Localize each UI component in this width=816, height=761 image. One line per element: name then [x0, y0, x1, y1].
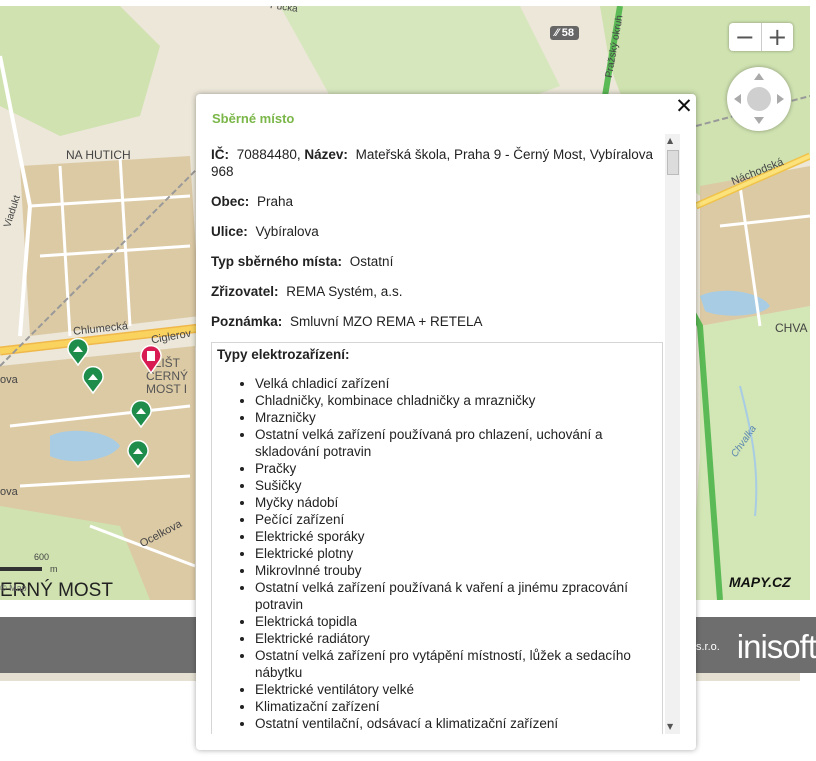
road-number: 58	[561, 27, 574, 39]
list-item: Elektrické ventilátory velké	[255, 681, 658, 698]
field-ic-name: IČ: 70884480, Název: Mateřská škola, Pra…	[211, 146, 663, 180]
zrizovatel-value: REMA Systém, a.s.	[286, 284, 403, 299]
obec-value: Praha	[257, 194, 294, 209]
types-title: Typy elektrozařízení:	[217, 347, 350, 362]
pan-down-icon[interactable]	[754, 117, 764, 124]
obec-label: Obec:	[211, 194, 250, 209]
inisoft-logo[interactable]: inisoft	[737, 628, 816, 666]
red-bin-pin-icon[interactable]	[140, 344, 162, 374]
green-pin-icon[interactable]	[67, 338, 89, 366]
collection-point-popup: Sběrné místo ✕ IČ: 70884480, Název: Mate…	[196, 94, 696, 750]
list-item: Pečící zařízení	[255, 511, 658, 528]
list-item: Pračky	[255, 460, 658, 477]
list-item: Mrazničky	[255, 409, 658, 426]
list-item: Elektrické plotny	[255, 545, 658, 562]
field-poznamka: Poznámka: Smluvní MZO REMA + RETELA	[211, 313, 663, 330]
map-label-ova-1: ova	[0, 374, 18, 386]
compass-pan-control[interactable]	[727, 67, 791, 131]
ulice-label: Ulice:	[211, 224, 248, 239]
list-item: Klimatizační zařízení	[255, 698, 658, 715]
poznamka-label: Poznámka:	[211, 314, 283, 329]
list-item: Ostatní velká zařízení pro vytápění míst…	[255, 647, 658, 681]
scrollbar-thumb[interactable]	[667, 150, 679, 175]
mapy-cz-logo: MAPY.CZ	[729, 574, 791, 590]
ic-value: 70884480,	[236, 147, 301, 162]
name-label: Název:	[304, 147, 348, 162]
list-item: Ostatní velká zařízení používaná k vařen…	[255, 579, 658, 613]
list-item: Ostatní ventilační, odsávací a klimatiza…	[255, 715, 658, 732]
green-pin-icon[interactable]	[82, 366, 104, 394]
map-label-na-hutich: NA HUTICH	[66, 148, 131, 162]
field-zrizovatel: Zřizovatel: REMA Systém, a.s.	[211, 283, 663, 300]
brand-suffix: s.r.o.	[696, 641, 720, 653]
list-item: Myčky nádobí	[255, 494, 658, 511]
scroll-up-icon[interactable]: ▲	[667, 136, 673, 145]
typ-label: Typ sběrného místa:	[211, 254, 343, 269]
map-scale-value: 600	[34, 552, 50, 562]
field-ulice: Ulice: Vybíralova	[211, 223, 663, 240]
types-list: Velká chladicí zařízení Chladničky, komb…	[217, 375, 658, 732]
pan-up-icon[interactable]	[754, 73, 764, 80]
app-stage: NA HUTICH Chlumecká Ciglerov Náchodská C…	[0, 0, 816, 761]
close-icon[interactable]: ✕	[674, 96, 694, 117]
ic-label: IČ:	[211, 147, 229, 162]
list-item: Mikrovlnné trouby	[255, 562, 658, 579]
list-item: Elektrická topidla	[255, 613, 658, 630]
green-pin-icon[interactable]	[127, 440, 149, 468]
map-road-shield-58: ⁄⁄ 58	[550, 26, 579, 40]
green-pin-icon[interactable]	[130, 400, 152, 428]
list-item: Chladničky, kombinace chladničky a mrazn…	[255, 392, 658, 409]
types-box: Typy elektrozařízení: Velká chladicí zař…	[211, 342, 663, 734]
pan-left-icon[interactable]	[734, 94, 741, 104]
map-scale-unit: m	[50, 564, 58, 574]
ulice-value: Vybíralova	[255, 224, 319, 239]
scroll-down-icon[interactable]: ▼	[667, 722, 673, 731]
field-obec: Obec: Praha	[211, 193, 663, 210]
poznamka-value: Smluvní MZO REMA + RETELA	[290, 314, 483, 329]
list-item: Elektrické radiátory	[255, 630, 658, 647]
pan-right-icon[interactable]	[777, 94, 784, 104]
field-typ: Typ sběrného místa: Ostatní	[211, 253, 663, 270]
map-attribution: © Map	[0, 583, 27, 593]
zoom-out-button[interactable]: −	[729, 23, 761, 51]
typ-value: Ostatní	[349, 254, 394, 269]
list-item: Velká chladicí zařízení	[255, 375, 658, 392]
map-label-chva: CHVA	[775, 321, 808, 335]
list-item: Sušičky	[255, 477, 658, 494]
zoom-control: − +	[729, 23, 793, 51]
zrizovatel-label: Zřizovatel:	[211, 284, 279, 299]
compass-center-icon[interactable]	[747, 87, 771, 111]
zoom-in-button[interactable]: +	[760, 23, 794, 51]
map-label-ova-2: ova	[0, 486, 18, 498]
list-item: Ostatní velká zařízení používaná pro chl…	[255, 426, 658, 460]
popup-body[interactable]: IČ: 70884480, Název: Mateřská škola, Pra…	[211, 134, 663, 734]
popup-title: Sběrné místo	[212, 111, 295, 126]
list-item: Elektrické sporáky	[255, 528, 658, 545]
popup-scrollbar[interactable]	[665, 134, 680, 734]
